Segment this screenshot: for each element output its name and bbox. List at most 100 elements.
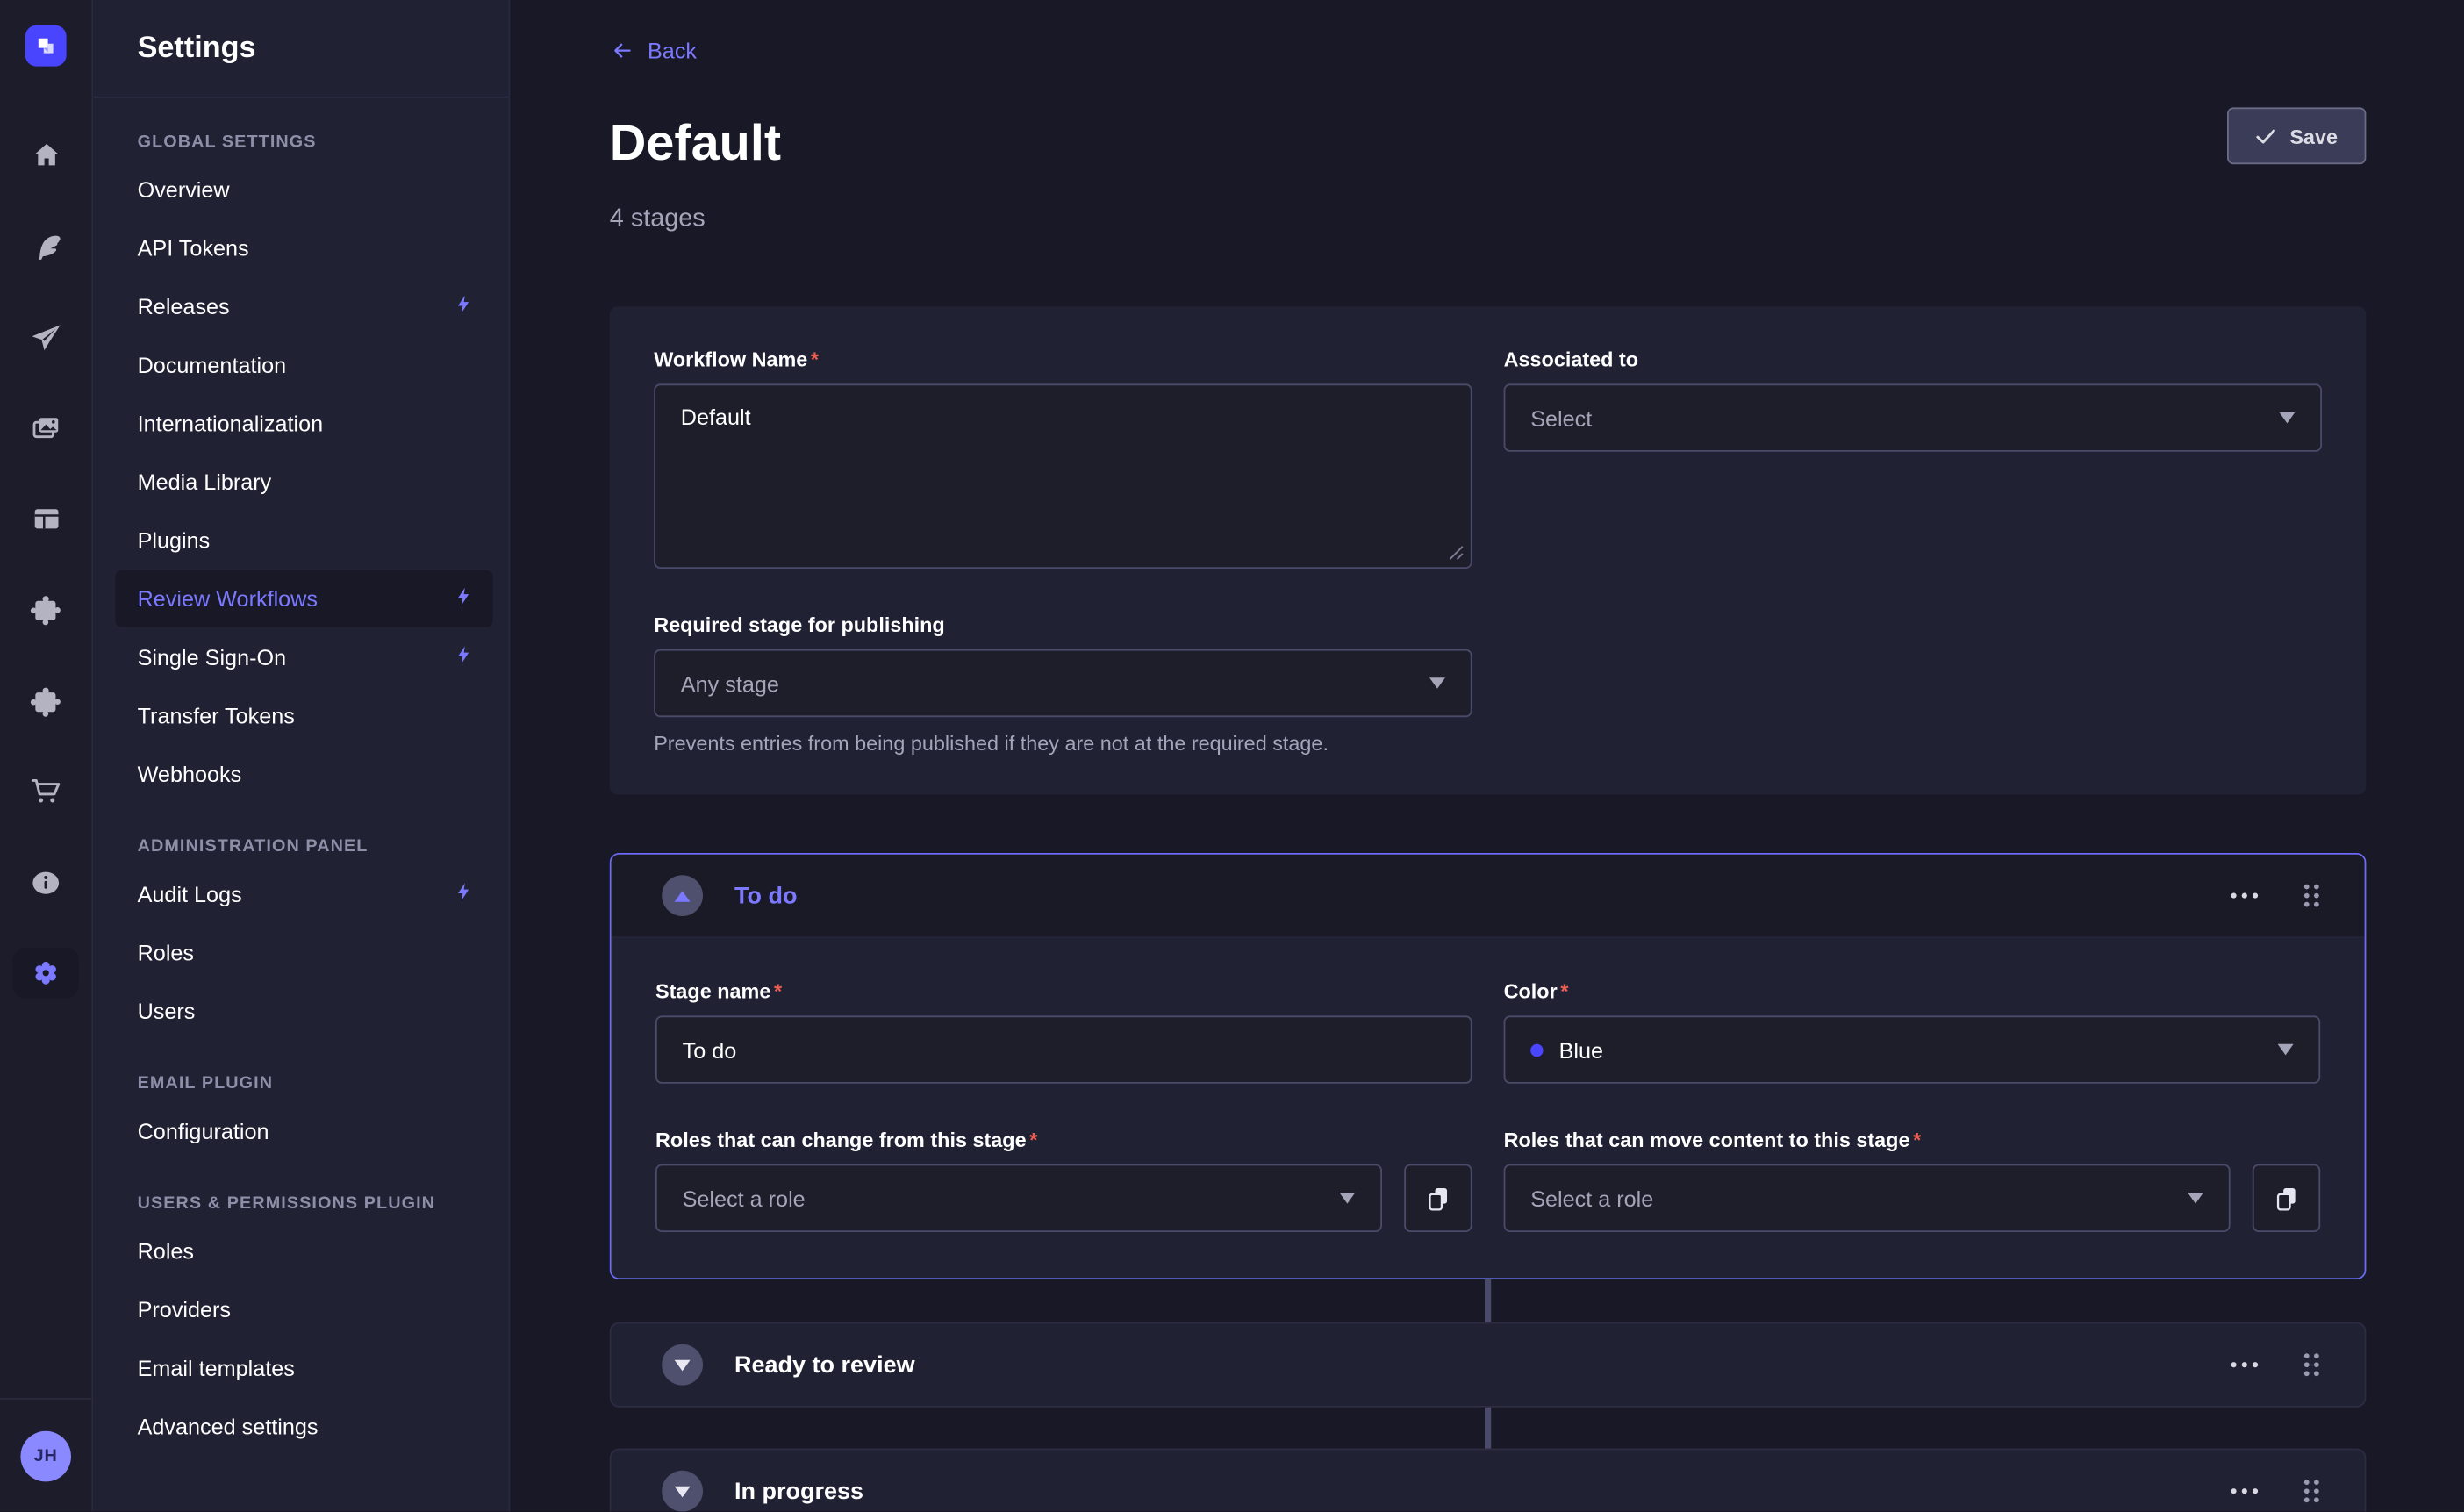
- chevron-down-icon: [1339, 1193, 1355, 1204]
- stage-todo-body: Stage name* To do Color* Blue: [612, 939, 2365, 1279]
- stage-connector: [1485, 1408, 1491, 1449]
- section-administration-panel: ADMINISTRATION PANEL: [138, 837, 471, 856]
- sidebar-item-up-roles[interactable]: Roles: [115, 1222, 492, 1279]
- settings-gear-slot: [0, 928, 91, 1020]
- ellipsis-icon: [2231, 1487, 2259, 1496]
- media-library-icon[interactable]: [0, 383, 91, 475]
- sidebar-item-review-workflows[interactable]: Review Workflows: [115, 570, 492, 627]
- main-content: Back Default 4 stages Save Workflow Name…: [510, 0, 2464, 1512]
- cart-icon[interactable]: [0, 747, 91, 838]
- settings-gear-button[interactable]: [12, 948, 79, 999]
- sidebar-item-documentation[interactable]: Documentation: [115, 336, 492, 393]
- color-dot: [1530, 1043, 1543, 1056]
- sidebar-title: Settings: [93, 0, 508, 98]
- stage-drag-handle[interactable]: [2296, 1473, 2326, 1510]
- back-link[interactable]: Back: [610, 38, 697, 63]
- sidebar-item-advanced-settings[interactable]: Advanced settings: [115, 1398, 492, 1455]
- lightning-icon: [454, 880, 474, 908]
- collapse-toggle-button[interactable]: [662, 876, 703, 917]
- layout-icon[interactable]: [0, 474, 91, 565]
- required-asterisk: *: [811, 348, 819, 371]
- workflow-name-field: Workflow Name* Default: [654, 348, 1472, 569]
- stage-options-button[interactable]: [2224, 1480, 2265, 1502]
- sidebar-item-internationalization[interactable]: Internationalization: [115, 395, 492, 452]
- page-title: Default: [610, 114, 2367, 172]
- stage-name-input[interactable]: To do: [655, 1016, 1472, 1084]
- sidebar-item-configuration[interactable]: Configuration: [115, 1102, 492, 1159]
- workflow-name-input[interactable]: Default: [654, 384, 1472, 570]
- roles-to-field: Roles that can move content to this stag…: [1504, 1129, 2321, 1233]
- icon-rail: JH: [0, 0, 93, 1512]
- chevron-down-icon: [675, 1486, 691, 1497]
- lightning-icon: [454, 584, 474, 613]
- sidebar-item-api-tokens[interactable]: API Tokens: [115, 219, 492, 276]
- required-stage-select[interactable]: Any stage: [654, 649, 1472, 717]
- required-stage-field: Required stage for publishing Any stage …: [654, 613, 1472, 756]
- stage-options-button[interactable]: [2224, 885, 2265, 906]
- required-asterisk: *: [1029, 1129, 1037, 1152]
- sidebar-item-releases[interactable]: Releases: [115, 278, 492, 335]
- sidebar-item-plugins[interactable]: Plugins: [115, 512, 492, 569]
- page-subtitle: 4 stages: [610, 205, 2367, 233]
- user-avatar[interactable]: JH: [20, 1430, 71, 1481]
- stage-color-select[interactable]: Blue: [1504, 1016, 2321, 1084]
- sidebar-item-overview[interactable]: Overview: [115, 161, 492, 219]
- expand-toggle-button[interactable]: [662, 1344, 703, 1386]
- chevron-down-icon: [675, 1359, 691, 1371]
- workflow-name-label: Workflow Name*: [654, 348, 1472, 371]
- stage-options-button[interactable]: [2224, 1354, 2265, 1376]
- sidebar-item-audit-logs[interactable]: Audit Logs: [115, 865, 492, 922]
- nav-global-settings: Overview API Tokens Releases Documentati…: [93, 161, 508, 803]
- expand-toggle-button[interactable]: [662, 1471, 703, 1511]
- stage-card-todo: To do: [610, 853, 2367, 1279]
- stage-name-field: Stage name* To do: [655, 979, 1472, 1084]
- duplicate-roles-button[interactable]: [1404, 1164, 1472, 1232]
- strapi-glyph: [33, 33, 59, 59]
- stage-drag-handle[interactable]: [2296, 877, 2326, 914]
- rail-icon-list: [0, 111, 91, 1019]
- sidebar-item-webhooks[interactable]: Webhooks: [115, 746, 492, 803]
- chevron-down-icon: [1429, 678, 1445, 690]
- info-icon[interactable]: [0, 837, 91, 928]
- roles-to-select[interactable]: Select a role: [1504, 1164, 2231, 1232]
- stage-connector: [1485, 1279, 1491, 1322]
- stage-card-ready-to-review: Ready to review: [610, 1322, 2367, 1408]
- sidebar-item-users[interactable]: Users: [115, 983, 492, 1040]
- resize-grip-icon[interactable]: [1449, 545, 1465, 561]
- required-asterisk: *: [1913, 1129, 1921, 1152]
- chevron-down-icon: [2188, 1193, 2203, 1204]
- save-button[interactable]: Save: [2226, 107, 2366, 164]
- sidebar-item-media-library[interactable]: Media Library: [115, 454, 492, 511]
- feather-icon[interactable]: [0, 202, 91, 293]
- paper-plane-icon[interactable]: [0, 292, 91, 383]
- sidebar-item-transfer-tokens[interactable]: Transfer Tokens: [115, 687, 492, 744]
- sidebar-item-email-templates[interactable]: Email templates: [115, 1339, 492, 1396]
- settings-sidebar: Settings GLOBAL SETTINGS Overview API To…: [93, 0, 510, 1512]
- required-asterisk: *: [1560, 979, 1568, 1003]
- drag-dots-icon: [2303, 884, 2320, 909]
- home-icon[interactable]: [0, 111, 91, 202]
- app-window: JH Settings GLOBAL SETTINGS Overview API…: [0, 0, 2464, 1512]
- stage-drag-handle[interactable]: [2296, 1346, 2326, 1384]
- duplicate-roles-button[interactable]: [2253, 1164, 2320, 1232]
- sidebar-item-single-sign-on[interactable]: Single Sign-On: [115, 628, 492, 685]
- strapi-logo-icon[interactable]: [25, 25, 67, 67]
- copy-icon: [2273, 1185, 2300, 1213]
- rail-footer: JH: [0, 1398, 91, 1512]
- lightning-icon: [454, 292, 474, 320]
- gear-icon: [30, 957, 61, 989]
- puzzle-icon-2[interactable]: [0, 656, 91, 747]
- associated-to-label: Associated to: [1504, 348, 2322, 371]
- ellipsis-icon: [2231, 1360, 2259, 1370]
- drag-dots-icon: [2303, 1352, 2320, 1378]
- associated-to-select[interactable]: Select: [1504, 384, 2322, 452]
- sidebar-item-providers[interactable]: Providers: [115, 1281, 492, 1338]
- section-email-plugin: EMAIL PLUGIN: [138, 1074, 471, 1093]
- workflow-form-card: Workflow Name* Default Associated to Sel…: [610, 307, 2367, 795]
- required-stage-hint: Prevents entries from being published if…: [654, 732, 1472, 756]
- roles-from-select[interactable]: Select a role: [655, 1164, 1382, 1232]
- required-asterisk: *: [774, 979, 782, 1003]
- sidebar-item-admin-roles[interactable]: Roles: [115, 924, 492, 981]
- puzzle-icon[interactable]: [0, 565, 91, 656]
- chevron-down-icon: [2278, 1044, 2294, 1056]
